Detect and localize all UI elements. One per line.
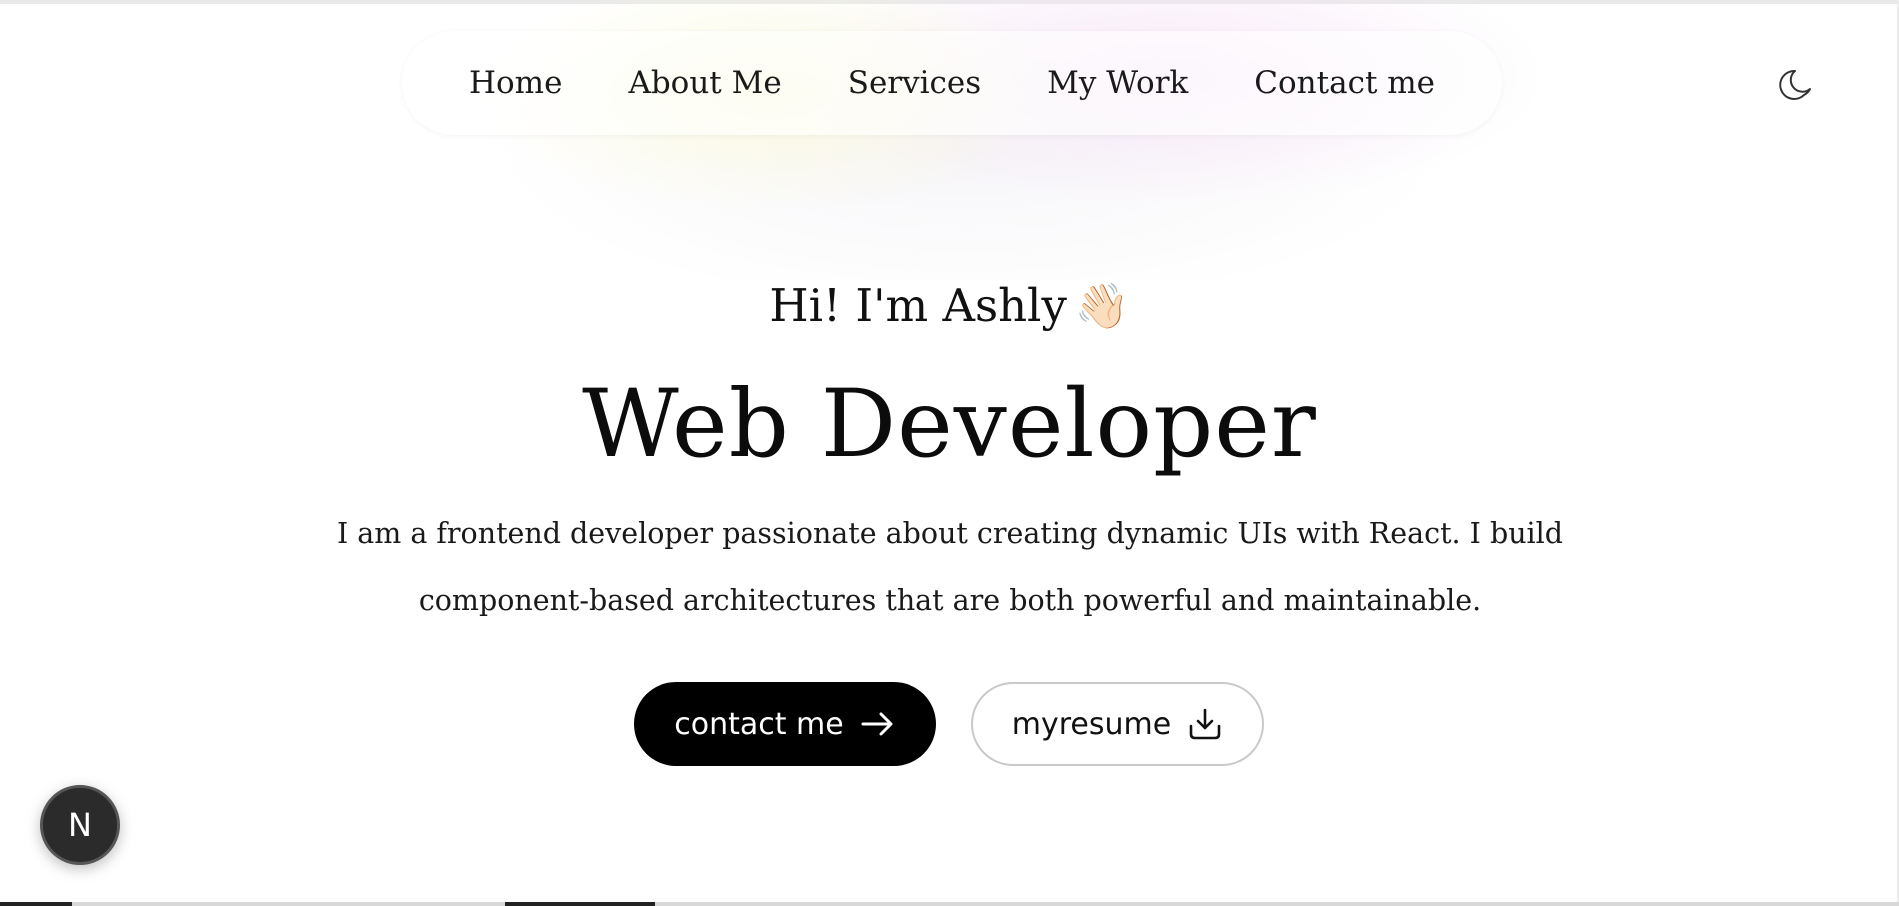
hero-title: Web Developer [582,370,1317,479]
description-line: I am a frontend developer passionate abo… [336,517,1564,550]
nav-item-home[interactable]: Home [436,65,595,101]
nav-item-about-me[interactable]: About Me [595,65,814,101]
description-line: component-based architectures that are b… [418,584,1482,617]
download-icon [1187,706,1223,742]
hero-description: I am a frontend developer passionate abo… [310,500,1590,634]
nav-item-contact-me[interactable]: Contact me [1221,65,1468,101]
resume-button-label: myresume [1011,706,1172,742]
bottom-edge [0,902,1899,906]
wave-icon: 👋🏻 [1074,281,1130,332]
nav-item-my-work[interactable]: My Work [1014,65,1221,101]
contact-me-button[interactable]: contact me [634,682,936,766]
dev-badge-letter: N [68,806,92,844]
moon-icon[interactable] [1777,65,1817,105]
hero-greeting: Hi! I'm Ashly 👋🏻 [0,279,1899,332]
greeting-text: Hi! I'm Ashly [769,279,1067,332]
nav-item-services[interactable]: Services [815,65,1014,101]
main-nav: Home About Me Services My Work Contact m… [402,31,1502,135]
arrow-right-icon [860,710,896,738]
contact-button-label: contact me [674,706,844,742]
top-border [0,0,1899,4]
dev-tools-badge[interactable]: N [40,785,120,865]
resume-download-button[interactable]: myresume [971,682,1264,766]
